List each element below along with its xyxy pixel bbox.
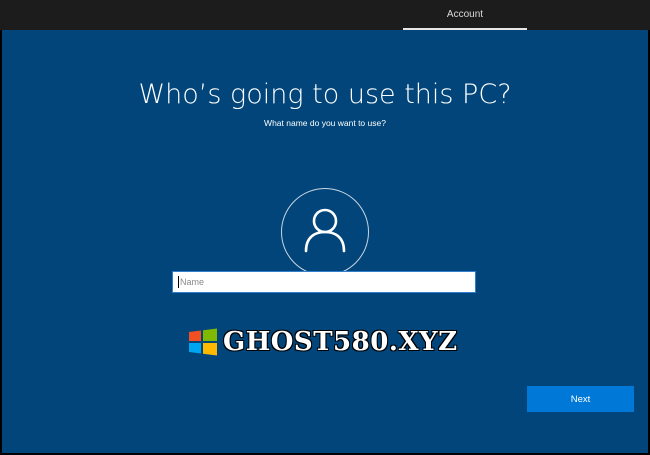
watermark-text: GHOST580.XYZ xyxy=(223,327,458,357)
text-caret xyxy=(178,276,179,288)
top-bar: Account xyxy=(0,0,650,30)
user-icon xyxy=(304,208,346,253)
avatar xyxy=(281,188,369,276)
windows-logo-icon xyxy=(189,328,217,356)
oobe-window: Account Who’s going to use this PC? What… xyxy=(0,0,650,455)
name-input[interactable] xyxy=(172,271,476,293)
page-subtitle: What name do you want to use? xyxy=(264,118,386,128)
page-title: Who’s going to use this PC? xyxy=(138,79,512,110)
tab-account[interactable]: Account xyxy=(403,0,527,30)
next-button[interactable]: Next xyxy=(527,386,634,412)
watermark: GHOST580.XYZ xyxy=(188,325,458,359)
